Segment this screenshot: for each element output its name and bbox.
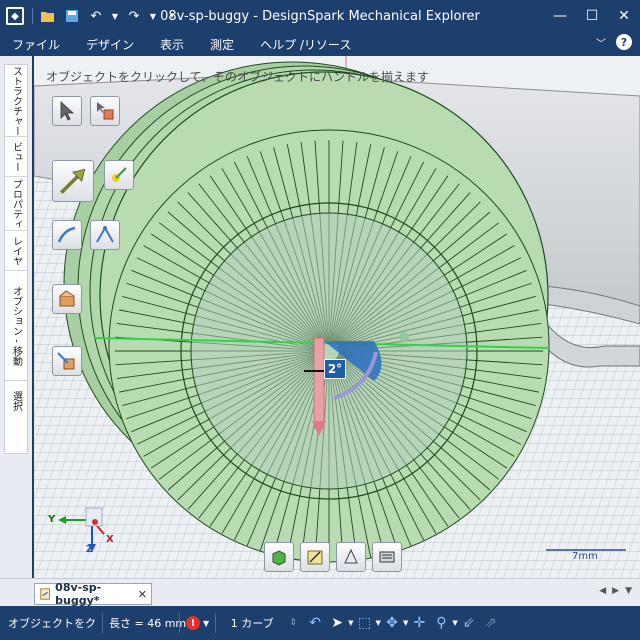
status-hint: オブジェクトをクリッ:: [8, 617, 96, 630]
zoom-icon[interactable]: ⚲: [430, 612, 452, 634]
close-icon[interactable]: ✕: [608, 0, 640, 32]
along-trajectory-tool-button[interactable]: [90, 220, 120, 250]
undo-dropdown-icon[interactable]: ▼: [111, 7, 119, 25]
quick-access-toolbar: ↶ ▼ ↷ ▼ ▾: [32, 7, 181, 25]
tab-strip-nav: ◀ ▶ ▼: [599, 586, 632, 596]
left-panel: ストラクチャー ビュー プロパティ レイヤ オプション - 移動 選択: [0, 56, 32, 578]
maximize-icon[interactable]: ☐: [576, 0, 608, 32]
viewport-hint: オブジェクトをクリックして、そのオブジェクトにハンドルを揃えます: [46, 70, 430, 84]
error-dropdown-icon[interactable]: ▼: [203, 619, 209, 628]
help-icon[interactable]: ?: [616, 34, 632, 50]
previous-view-icon[interactable]: ⇙: [458, 612, 480, 634]
move-view-icon[interactable]: ✛: [408, 612, 430, 634]
menu-design[interactable]: デザイン: [73, 36, 147, 53]
box-select-icon[interactable]: ⬚: [354, 612, 376, 634]
undo-icon[interactable]: ↶: [87, 7, 105, 25]
up-to-tool-button[interactable]: [52, 284, 82, 314]
status-divider: [102, 613, 103, 633]
3d-scene[interactable]: [34, 56, 640, 578]
section-mode-button[interactable]: [336, 542, 366, 572]
customize-toolbar-icon[interactable]: ▾: [163, 7, 181, 25]
undo-selection-icon[interactable]: ↶: [304, 612, 326, 634]
select-tool-button[interactable]: [52, 96, 82, 126]
status-selection: 1 カーブ: [230, 617, 274, 630]
status-length: 長さ = 46 mm: [109, 617, 187, 630]
menu-file[interactable]: ファイル: [0, 36, 73, 53]
tab-view[interactable]: ビュー: [5, 137, 27, 177]
close-tab-icon[interactable]: ✕: [138, 588, 147, 601]
title-bar: ◆ ↶ ▼ ↷ ▼ ▾ 08v-sp-buggy - DesignSpark M…: [0, 0, 640, 32]
z-axis-label: Z: [86, 544, 94, 555]
tab-options-move[interactable]: オプション - 移動: [5, 271, 27, 381]
menu-right: ﹀ ?: [596, 34, 632, 50]
x-axis-label: X: [106, 534, 114, 545]
select-body-tool-button[interactable]: [90, 96, 120, 126]
sketch-mode-button[interactable]: [300, 542, 330, 572]
menu-bar: ファイル デザイン 表示 測定 ヘルプ /リソース ﹀ ?: [0, 32, 640, 56]
menu-help[interactable]: ヘルプ /リソース: [247, 36, 364, 53]
selection-stepper-icon[interactable]: ⇕: [282, 612, 304, 634]
status-divider: [215, 613, 217, 633]
tab-properties[interactable]: プロパティ: [5, 177, 27, 231]
next-view-icon[interactable]: ⇗: [480, 612, 502, 634]
scale-label: 7mm: [572, 551, 598, 562]
tab-list-icon[interactable]: ▼: [625, 586, 632, 596]
document-tab-label: 08v-sp-buggy*: [55, 581, 102, 607]
redo-dropdown-icon[interactable]: ▼: [149, 7, 157, 25]
pan-icon[interactable]: ✥: [381, 612, 403, 634]
tab-scroll-right-icon[interactable]: ▶: [612, 586, 619, 596]
save-icon[interactable]: [63, 7, 81, 25]
move-tool-button[interactable]: [52, 160, 94, 202]
angle-dimension-label[interactable]: 2°: [324, 359, 346, 379]
document-tab[interactable]: 08v-sp-buggy* ✕: [34, 581, 152, 607]
3d-viewport[interactable]: オブジェクトをクリックして、そのオブジェクトにハンドルを揃えます 2° Y Z …: [34, 56, 640, 578]
status-divider: [179, 613, 180, 633]
document-icon: [40, 588, 50, 600]
menu-measure[interactable]: 測定: [197, 36, 247, 53]
display-settings-button[interactable]: [372, 542, 402, 572]
status-bar: オブジェクトをクリッ: 長さ = 46 mm ! ▼ 1 カーブ ⇕ ↶ ➤ ▼…: [0, 606, 640, 640]
app-logo-icon[interactable]: ◆: [6, 7, 24, 25]
ruler-tool-button[interactable]: [52, 220, 82, 250]
redo-icon[interactable]: ↷: [125, 7, 143, 25]
document-tab-strip: 08v-sp-buggy* ✕ ◀ ▶ ▼: [0, 578, 640, 607]
chevron-down-icon[interactable]: ﹀: [596, 35, 606, 50]
tab-structure[interactable]: ストラクチャー: [5, 65, 27, 137]
tab-layers[interactable]: レイヤ: [5, 231, 27, 271]
error-icon[interactable]: !: [186, 616, 200, 630]
toolbar-divider: [32, 8, 33, 24]
pivot-tool-button[interactable]: [52, 346, 82, 376]
menu-view[interactable]: 表示: [147, 36, 197, 53]
window-controls: — ☐ ✕: [544, 0, 640, 32]
wheel-hub-inner: [190, 212, 468, 490]
pointer-icon[interactable]: ➤: [326, 612, 348, 634]
minimize-icon[interactable]: —: [544, 0, 576, 32]
tab-scroll-left-icon[interactable]: ◀: [599, 586, 606, 596]
open-folder-icon[interactable]: [39, 7, 57, 25]
y-axis-label: Y: [48, 514, 56, 525]
panel-tabs: ストラクチャー ビュー プロパティ レイヤ オプション - 移動 選択: [4, 64, 28, 454]
anchor-tool-button[interactable]: [104, 160, 134, 190]
tab-select[interactable]: 選択: [5, 381, 27, 421]
solid-view-button[interactable]: [264, 542, 294, 572]
